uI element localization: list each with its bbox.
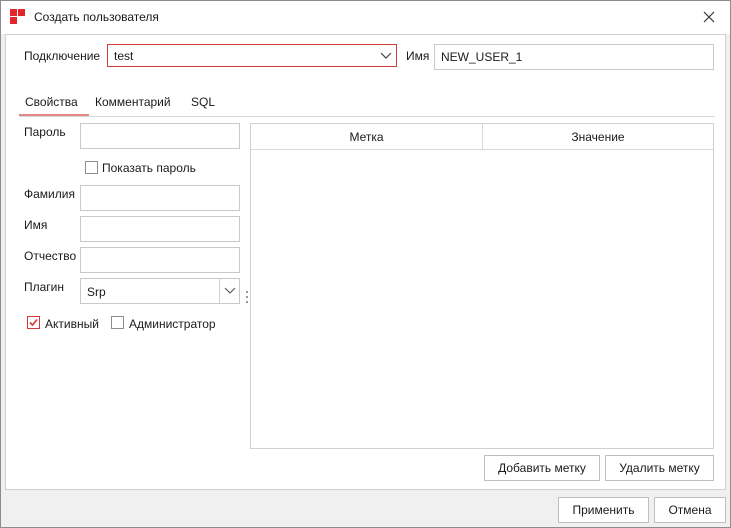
admin-label: Администратор xyxy=(129,317,216,331)
middlename-label: Отчество xyxy=(24,249,77,263)
plugin-label: Плагин xyxy=(24,280,65,294)
title-bar: Создать пользователя xyxy=(1,1,730,34)
add-tag-button[interactable]: Добавить метку xyxy=(484,455,600,481)
panel-splitter-handle[interactable] xyxy=(245,291,249,311)
show-password-label: Показать пароль xyxy=(102,161,196,175)
lastname-field[interactable] xyxy=(80,185,240,211)
connection-label: Подключение xyxy=(24,49,101,63)
create-user-dialog: Создать пользователя Подключение test Им… xyxy=(0,0,731,528)
window-title: Создать пользователя xyxy=(34,10,159,24)
tabs-divider xyxy=(19,116,715,117)
column-header-tag[interactable]: Метка xyxy=(251,124,482,150)
plugin-select-value: Srp xyxy=(87,285,106,299)
delete-tag-button[interactable]: Удалить метку xyxy=(605,455,714,481)
tab-properties[interactable]: Свойства xyxy=(25,95,78,109)
name-label: Имя xyxy=(406,49,430,63)
plugin-select[interactable]: Srp xyxy=(80,278,240,304)
middlename-field[interactable] xyxy=(80,247,240,273)
admin-checkbox[interactable] xyxy=(111,316,124,329)
active-label: Активный xyxy=(45,317,99,331)
password-field[interactable] xyxy=(80,123,240,149)
tab-sql[interactable]: SQL xyxy=(191,95,215,109)
connection-select-value: test xyxy=(114,49,134,63)
active-checkbox[interactable] xyxy=(27,316,40,329)
tab-comment[interactable]: Комментарий xyxy=(95,95,171,109)
chevron-down-icon xyxy=(376,45,396,66)
close-button[interactable] xyxy=(697,5,721,29)
apply-button[interactable]: Применить xyxy=(558,497,649,523)
show-password-checkbox[interactable] xyxy=(85,161,98,174)
checkmark-icon xyxy=(29,318,38,327)
password-label: Пароль xyxy=(24,125,66,139)
cancel-button[interactable]: Отмена xyxy=(654,497,726,523)
lastname-label: Фамилия xyxy=(24,187,75,201)
app-logo-icon xyxy=(10,9,26,25)
column-header-value[interactable]: Значение xyxy=(483,124,713,150)
chevron-down-icon xyxy=(219,279,239,303)
connection-select[interactable]: test xyxy=(107,44,397,67)
close-icon xyxy=(703,11,715,23)
tags-table: Метка Значение xyxy=(250,123,714,449)
firstname-label: Имя xyxy=(24,218,48,232)
user-name-field[interactable] xyxy=(434,44,714,70)
firstname-field[interactable] xyxy=(80,216,240,242)
